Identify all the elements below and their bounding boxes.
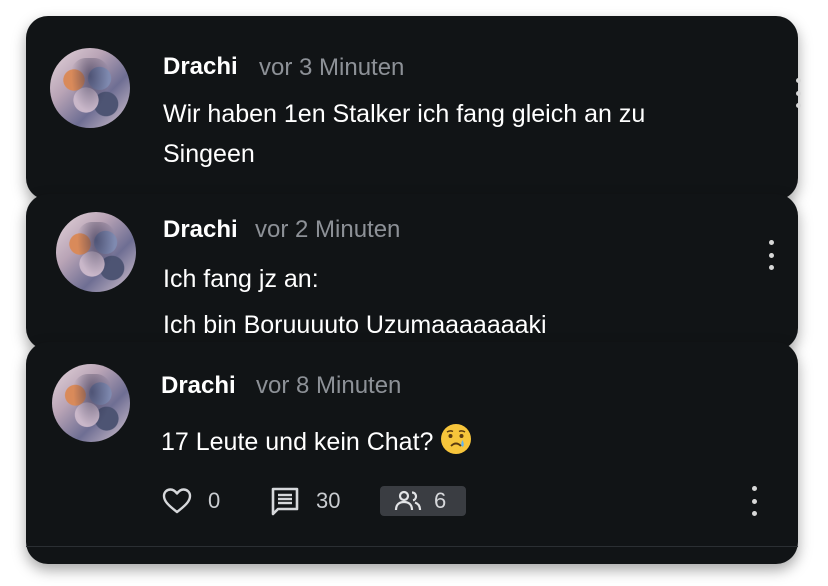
author-name[interactable]: Drachi xyxy=(163,216,238,244)
more-options-icon[interactable] xyxy=(765,240,777,270)
avatar[interactable] xyxy=(50,48,130,128)
comment-line: 17 Leute und kein Chat? xyxy=(161,428,434,456)
comment-text: 17 Leute und kein Chat? xyxy=(161,422,473,462)
divider xyxy=(26,546,798,547)
timestamp: vor 8 Minuten xyxy=(256,372,402,399)
heart-icon xyxy=(162,488,192,514)
like-button[interactable]: 0 xyxy=(162,484,220,518)
author-name[interactable]: Drachi xyxy=(163,53,238,81)
comment-line: Wir haben 1en Stalker ich fang gleich an… xyxy=(163,100,646,128)
crying-face-icon xyxy=(441,424,472,454)
comment-line: Ich fang jz an: xyxy=(163,265,319,293)
comment-text: Ich fang jz an: Ich bin Boruuuuto Uzumaa… xyxy=(163,256,547,348)
comment-card: Drachi vor 8 Minuten 17 Leute und kein C… xyxy=(26,342,798,564)
reply-count: 30 xyxy=(316,488,341,513)
author-name[interactable]: Drachi xyxy=(161,372,236,400)
avatar[interactable] xyxy=(52,364,130,442)
people-icon xyxy=(394,490,422,511)
comment-card: Drachi vor 2 Minuten Ich fang jz an: Ich… xyxy=(26,194,798,350)
reply-button[interactable]: 30 xyxy=(270,484,340,518)
timestamp: vor 3 Minuten xyxy=(259,54,405,81)
more-options-icon[interactable] xyxy=(748,486,760,516)
like-count: 0 xyxy=(208,488,221,513)
comment-icon xyxy=(271,487,299,516)
more-options-icon[interactable] xyxy=(792,78,804,108)
avatar[interactable] xyxy=(56,212,136,292)
viewer-count: 6 xyxy=(434,488,447,513)
comment-card: Drachi vor 3 Minuten Wir haben 1en Stalk… xyxy=(26,16,801,200)
comment-text: Wir haben 1en Stalker ich fang gleich an… xyxy=(163,94,645,174)
comment-line: Singeen xyxy=(163,140,255,168)
viewer-count-badge: 6 xyxy=(380,486,466,516)
timestamp: vor 2 Minuten xyxy=(255,216,401,243)
